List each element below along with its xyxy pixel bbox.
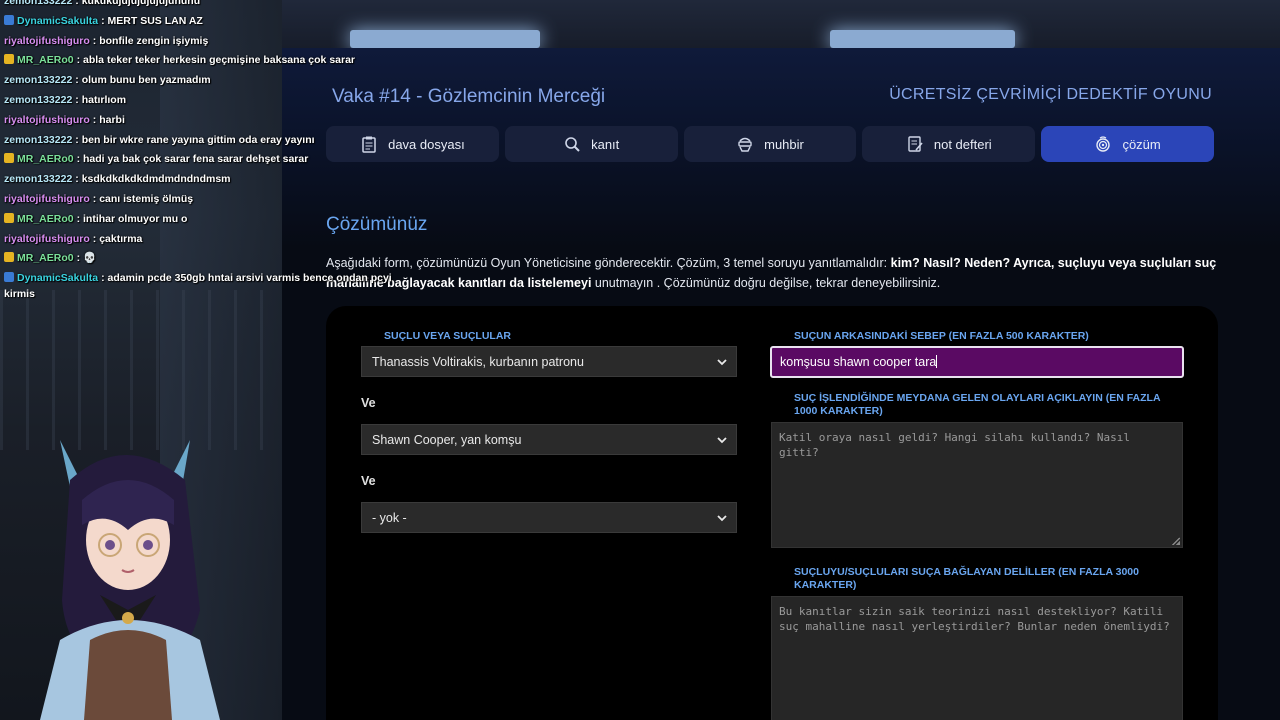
events-label: SUÇ İŞLENDİĞİNDE MEYDANA GELEN OLAYLARI … <box>794 392 1161 417</box>
chat-text: hadi ya bak çok sarar fena sarar dehşet … <box>83 153 309 166</box>
tab-informant[interactable]: muhbir <box>683 126 857 162</box>
intro-text-end: unutmayın . Çözümünüz doğru değilse, tek… <box>591 276 941 290</box>
tab-label: not defteri <box>933 136 992 152</box>
chat-message: DynamicSakulta: MERT SUS LAN AZ <box>4 12 424 32</box>
chat-text: çaktırma <box>99 232 143 245</box>
motive-value: komşusu shawn cooper tara <box>780 355 937 369</box>
chat-username: zemon133222 <box>4 93 73 106</box>
text-cursor <box>936 355 938 368</box>
solution-form: SUÇLU VEYA SUÇLULAR Thanassis Voltirakis… <box>326 306 1218 720</box>
chat-username: zemon133222 <box>4 0 73 7</box>
stream-frame: Vaka #14 - Gözlemcinin Merceği ÜCRETSİZ … <box>0 0 1280 720</box>
chat-text: kukukujujujujujujuhuhu <box>81 0 201 7</box>
chat-username: MR_AERo0 <box>17 54 74 67</box>
tab-label: muhbir <box>764 136 804 152</box>
chat-username: riyaltojifushiguro <box>4 192 90 205</box>
resize-handle[interactable] <box>1172 537 1180 545</box>
events-placeholder: Katil oraya nasıl geldi? Hangi silahı ku… <box>779 431 1130 459</box>
game-page: Vaka #14 - Gözlemcinin Merceği ÜCRETSİZ … <box>282 48 1280 720</box>
chat-text: adamin pcde 350gb hntai arsivi varmis be… <box>107 272 392 285</box>
and-label: Ve <box>361 396 376 410</box>
chat-message: zemon133222: hatırlıom <box>4 91 424 111</box>
chat-username: zemon133222 <box>4 74 73 87</box>
culprit-select-2[interactable]: Shawn Cooper, yan komşu <box>361 424 737 455</box>
site-tagline: ÜCRETSİZ ÇEVRİMİÇİ DEDEKTİF OYUNU <box>889 86 1212 103</box>
events-textarea[interactable]: Katil oraya nasıl geldi? Hangi silahı ku… <box>771 422 1183 548</box>
chat-message: zemon133222: ksdkdkdkdkdmdmdndndmsm <box>4 170 424 190</box>
chat-message: MR_AERo0: hadi ya bak çok sarar fena sar… <box>4 150 424 170</box>
notepad-icon <box>908 136 923 152</box>
chat-text: 💀 <box>83 252 97 265</box>
chat-username: DynamicSakulta <box>17 272 99 285</box>
motive-input[interactable]: komşusu shawn cooper tara <box>770 346 1184 378</box>
select-value: - yok - <box>372 510 407 525</box>
chat-text: bonfile zengin işiymiş <box>99 34 209 47</box>
chat-text: intihar olmuyor mu o <box>83 212 188 225</box>
badge-icon <box>4 272 14 283</box>
tab-notebook[interactable]: not defteri <box>862 126 1036 162</box>
chat-username: riyaltojifushiguro <box>4 113 90 126</box>
culprit-select-1[interactable]: Thanassis Voltirakis, kurbanın patronu <box>361 346 737 377</box>
chat-username: zemon133222 <box>4 173 73 186</box>
chat-text: abla teker teker herkesin geçmişine baks… <box>83 54 356 67</box>
chat-username: MR_AERo0 <box>17 153 74 166</box>
evidence-placeholder: Bu kanıtlar sizin saik teorinizi nasıl d… <box>779 605 1170 633</box>
solution-intro: Aşağıdaki form, çözümünüzü Oyun Yönetici… <box>326 253 1226 293</box>
chevron-down-icon <box>717 359 727 366</box>
chat-message: riyaltojifushiguro: çaktırma <box>4 230 424 250</box>
select-value: Shawn Cooper, yan komşu <box>372 432 522 447</box>
chat-message: zemon133222: ben bir wkre rane yayına gi… <box>4 131 424 151</box>
evidence-label: SUÇLUYU/SUÇLULARI SUÇA BAĞLAYAN DELİLLER… <box>794 566 1139 591</box>
magnifier-icon <box>565 137 580 152</box>
chat-message: MR_AERo0: 💀 <box>4 249 424 269</box>
ceiling-light <box>830 30 1015 48</box>
tab-label: kanıt <box>591 136 620 152</box>
chat-wrap-line: kirmis <box>4 288 35 300</box>
chat-message: zemon133222: kukukujujujujujujuhuhu <box>4 0 424 12</box>
chat-message: riyaltojifushiguro: harbi <box>4 111 424 131</box>
evidence-textarea[interactable]: Bu kanıtlar sizin saik teorinizi nasıl d… <box>771 596 1183 720</box>
informant-icon <box>738 137 752 152</box>
badge-icon <box>4 252 14 263</box>
motive-label: SUÇUN ARKASINDAKİ SEBEP (EN FAZLA 500 KA… <box>794 330 1089 342</box>
chat-username: zemon133222 <box>4 133 73 146</box>
chat-text: canı istemiş ölmüş <box>99 192 194 205</box>
scene-bars <box>0 290 282 450</box>
chat-text: MERT SUS LAN AZ <box>107 14 203 27</box>
chat-username: MR_AERo0 <box>17 212 74 225</box>
badge-icon <box>4 14 14 25</box>
chat-text: ksdkdkdkdkdmdmdndndmsm <box>81 173 231 186</box>
chat-message: riyaltojifushiguro: bonfile zengin işiym… <box>4 32 424 52</box>
chat-message: DynamicSakulta: adamin pcde 350gb hntai … <box>4 269 424 289</box>
tab-evidence[interactable]: kanıt <box>504 126 678 162</box>
fingerprint-icon <box>1096 136 1111 152</box>
chat-username: DynamicSakulta <box>17 14 99 27</box>
chat-username: riyaltojifushiguro <box>4 34 90 47</box>
stream-chat: zemon133222: kukukujujujujujujuhuhu Dynam… <box>4 0 424 289</box>
chat-message: zemon133222: olum bunu ben yazmadım <box>4 71 424 91</box>
badge-icon <box>4 54 14 65</box>
chat-username: riyaltojifushiguro <box>4 232 90 245</box>
chat-text: harbi <box>99 113 125 126</box>
and-label: Ve <box>361 474 376 488</box>
select-value: Thanassis Voltirakis, kurbanın patronu <box>372 354 584 369</box>
case-nav: dava dosyası kanıt muhbir not defteri çö… <box>326 126 1214 162</box>
badge-icon <box>4 153 14 164</box>
vtuber-avatar <box>40 440 220 720</box>
chevron-down-icon <box>717 515 727 522</box>
tab-solution[interactable]: çözüm <box>1041 126 1214 162</box>
chat-username: MR_AERo0 <box>17 252 74 265</box>
chat-text: olum bunu ben yazmadım <box>81 74 211 87</box>
chevron-down-icon <box>717 437 727 444</box>
culprit-select-3[interactable]: - yok - <box>361 502 737 533</box>
badge-icon <box>4 212 14 223</box>
chat-message: riyaltojifushiguro: canı istemiş ölmüş <box>4 190 424 210</box>
chat-message: MR_AERo0: abla teker teker herkesin geçm… <box>4 51 424 71</box>
tab-label: çözüm <box>1122 136 1161 152</box>
chat-text: ben bir wkre rane yayına gittim oda eray… <box>81 133 315 146</box>
culprits-label: SUÇLU VEYA SUÇLULAR <box>384 330 511 342</box>
chat-text: hatırlıom <box>81 93 127 106</box>
chat-message: MR_AERo0: intihar olmuyor mu o <box>4 210 424 230</box>
